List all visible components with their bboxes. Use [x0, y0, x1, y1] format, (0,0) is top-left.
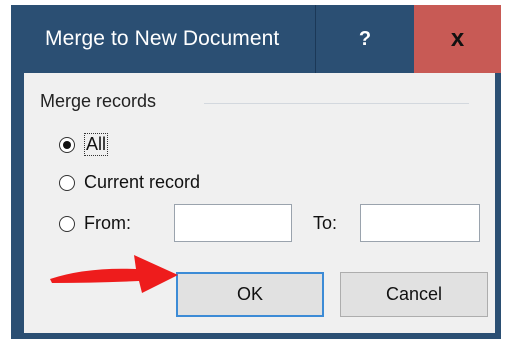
radio-all[interactable]: All [59, 133, 109, 156]
merge-records-group-label: Merge records [40, 91, 157, 111]
to-label: To: [313, 213, 338, 233]
title-bar: Merge to New Document ? x [11, 5, 501, 73]
red-arrow-icon [50, 255, 178, 293]
radio-all-label: All [84, 133, 109, 156]
help-button[interactable]: ? [315, 5, 414, 73]
radio-current-record-label: Current record [84, 172, 201, 192]
help-icon: ? [358, 27, 372, 50]
from-input[interactable] [174, 204, 292, 242]
radio-from-button[interactable] [59, 215, 75, 232]
cancel-button[interactable]: Cancel [340, 272, 488, 317]
dialog-title: Merge to New Document [45, 27, 280, 50]
radio-all-button[interactable] [59, 136, 75, 153]
ok-button[interactable]: OK [176, 272, 324, 317]
close-button[interactable]: x [414, 5, 501, 73]
radio-from[interactable]: From: [59, 213, 131, 234]
cancel-button-label: Cancel [385, 284, 443, 304]
ok-button-label: OK [236, 284, 263, 304]
radio-current-record-button[interactable] [59, 174, 75, 191]
close-icon: x [450, 25, 465, 52]
to-input[interactable] [360, 204, 480, 242]
group-divider [204, 103, 469, 104]
radio-from-label: From: [84, 213, 131, 233]
radio-current-record[interactable]: Current record [59, 172, 200, 193]
